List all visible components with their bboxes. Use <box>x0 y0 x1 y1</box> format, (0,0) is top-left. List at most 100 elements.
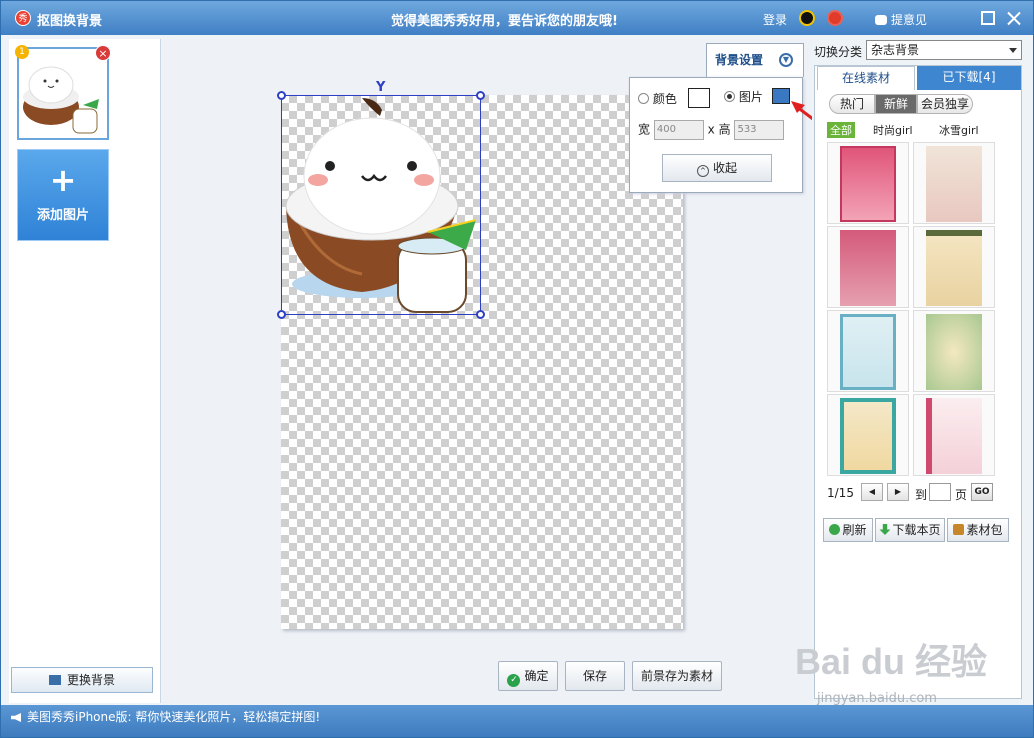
download-page-button[interactable]: 下载本页 <box>875 518 945 542</box>
download-icon <box>879 524 891 535</box>
resize-handle-top-left[interactable] <box>277 91 286 100</box>
qq-icon[interactable] <box>799 10 815 26</box>
image-label: 图片 <box>738 90 763 104</box>
tag-fashion-girl[interactable]: 时尚girl <box>873 122 913 138</box>
confirm-button[interactable]: ✓ 确定 <box>498 661 558 691</box>
magazine-background-image <box>926 398 982 474</box>
material-pack-label: 素材包 <box>966 523 1003 537</box>
coconut-character-image <box>285 98 477 313</box>
image-icon <box>48 675 61 685</box>
rotate-handle[interactable]: Y <box>376 80 385 95</box>
color-label: 颜色 <box>652 92 677 106</box>
magazine-background-image <box>926 146 982 222</box>
material-thumbnail[interactable] <box>913 226 995 308</box>
filter-vip[interactable]: 会员独享 <box>917 94 973 114</box>
collapse-label: 收起 <box>712 161 737 175</box>
color-swatch[interactable] <box>688 88 710 108</box>
magazine-background-image <box>840 230 896 306</box>
color-radio[interactable] <box>638 93 649 104</box>
save-foreground-material-button[interactable]: 前景存为素材 <box>632 661 722 691</box>
material-thumbnail[interactable] <box>827 226 909 308</box>
width-input[interactable]: 400 <box>653 120 704 140</box>
tag-all[interactable]: 全部 <box>827 122 855 138</box>
chevron-down-icon: ▼ <box>779 53 793 67</box>
tab-online-materials[interactable]: 在线素材 <box>817 66 915 90</box>
magazine-background-image <box>926 230 982 306</box>
change-background-button[interactable]: 更换背景 <box>11 667 153 693</box>
material-thumbnail[interactable] <box>913 310 995 392</box>
save-button[interactable]: 保存 <box>565 661 625 691</box>
package-icon <box>953 524 965 535</box>
confirm-label: 确定 <box>524 669 549 683</box>
goto-label: 到 <box>915 488 928 502</box>
resize-handle-top-right[interactable] <box>476 91 485 100</box>
material-thumbnail[interactable] <box>827 142 909 224</box>
remove-image-button[interactable]: × <box>95 45 111 61</box>
category-select[interactable]: 杂志背景 <box>866 40 1022 60</box>
tag-ice-girl[interactable]: 冰雪girl <box>939 122 979 138</box>
page-indicator: 1/15 <box>827 486 854 500</box>
color-option[interactable]: 颜色 <box>638 90 677 107</box>
filter-new[interactable]: 新鲜 <box>875 94 917 114</box>
category-value: 杂志背景 <box>871 43 920 57</box>
material-thumbnail[interactable] <box>913 142 995 224</box>
resize-handle-bottom-right[interactable] <box>476 310 485 319</box>
height-input[interactable]: 533 <box>734 120 785 140</box>
title-bar: 秀 抠图换背景 觉得美图秀秀好用，要告诉您的朋友哦! 登录 提意见 <box>1 1 1033 35</box>
pager: 1/15 ◀ ▶ 到 页 GO <box>827 483 993 502</box>
foreground-sticker[interactable]: Y <box>277 80 485 319</box>
width-label: 宽 <box>638 122 651 137</box>
slogan-text: 觉得美图秀秀好用，要告诉您的朋友哦! <box>391 14 618 29</box>
speaker-icon <box>11 713 21 722</box>
add-image-button[interactable]: + 添加图片 <box>17 149 109 241</box>
feedback-button[interactable]: 提意见 <box>875 11 927 28</box>
material-pack-button[interactable]: 素材包 <box>947 518 1009 542</box>
chat-bubble-icon <box>875 15 887 25</box>
resize-handle-bottom-left[interactable] <box>277 310 286 319</box>
next-page-button[interactable]: ▶ <box>887 483 909 501</box>
image-thumbnail[interactable]: 1 × <box>15 45 111 140</box>
close-window-button[interactable] <box>1007 11 1021 25</box>
magazine-background-image <box>840 314 896 390</box>
height-label: 高 <box>718 122 731 137</box>
app-window: 秀 抠图换背景 觉得美图秀秀好用，要告诉您的朋友哦! 登录 提意见 1 × + … <box>0 0 1034 738</box>
times-label: x <box>707 122 715 137</box>
filter-hot[interactable]: 热门 <box>829 94 875 114</box>
image-option[interactable]: 图片 <box>724 88 763 105</box>
plus-icon: + <box>49 161 77 199</box>
prev-page-button[interactable]: ◀ <box>861 483 883 501</box>
thumbnail-index-badge: 1 <box>15 45 29 59</box>
left-panel: 1 × + 添加图片 更换背景 <box>9 39 161 703</box>
background-settings-label: 背景设置 <box>715 53 764 67</box>
chevron-up-icon: ^ <box>696 165 709 177</box>
page-number-input[interactable] <box>929 483 951 501</box>
material-thumbnail[interactable] <box>827 394 909 476</box>
category-label: 切换分类 <box>814 45 863 59</box>
size-row: 宽 400 x 高 533 <box>638 120 785 140</box>
maximize-button[interactable] <box>981 11 995 25</box>
tab-downloaded[interactable]: 已下载[4] <box>917 66 1021 90</box>
dropdown-arrow-icon <box>1009 48 1017 53</box>
download-page-label: 下载本页 <box>892 523 941 537</box>
refresh-button[interactable]: 刷新 <box>823 518 873 542</box>
refresh-label: 刷新 <box>842 523 867 537</box>
weibo-icon[interactable] <box>827 10 843 26</box>
collapse-button[interactable]: ^ 收起 <box>662 154 772 182</box>
image-picker-button[interactable] <box>772 88 790 104</box>
image-radio[interactable] <box>724 91 735 102</box>
background-settings-panel: 颜色 图片 宽 400 x 高 533 ^ 收起 <box>629 77 803 193</box>
go-button[interactable]: GO <box>971 483 993 501</box>
check-icon: ✓ <box>507 674 521 687</box>
background-settings-tab[interactable]: 背景设置 ▼ <box>706 43 804 77</box>
app-logo-icon: 秀 <box>15 10 31 26</box>
add-image-label: 添加图片 <box>36 208 89 223</box>
status-bar: 美图秀秀iPhone版: 帮你快速美化照片，轻松搞定拼图! <box>1 705 1033 737</box>
material-thumbnail[interactable] <box>913 394 995 476</box>
right-panel: 切换分类 杂志背景 在线素材 已下载[4] 热门 新鲜 会员独享 全部 时尚gi… <box>812 39 1025 703</box>
magazine-background-image <box>926 314 982 390</box>
feedback-label: 提意见 <box>891 13 928 27</box>
material-thumbnail[interactable] <box>827 310 909 392</box>
status-text[interactable]: 美图秀秀iPhone版: 帮你快速美化照片，轻松搞定拼图! <box>27 710 320 724</box>
login-link[interactable]: 登录 <box>763 11 787 28</box>
change-background-label: 更换背景 <box>66 673 115 687</box>
